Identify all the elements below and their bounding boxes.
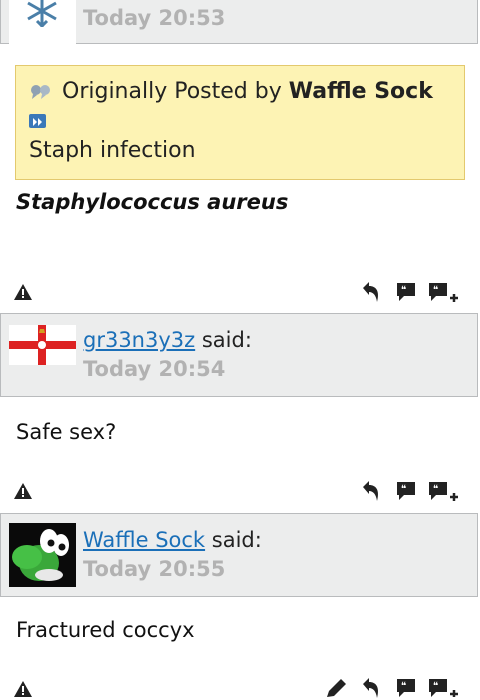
view-post-icon[interactable] [29,114,46,128]
quote-header: Originally Posted by Waffle Sock [62,79,433,104]
username-link[interactable]: gr33n3y3z [83,328,195,352]
quote-icon [31,85,50,99]
post-time: Today 20:53 [83,6,226,30]
username-link[interactable]: Waffle Sock [83,528,205,552]
warning-triangle-icon[interactable] [13,482,33,500]
svg-text:❝: ❝ [433,285,438,296]
warning-triangle-icon[interactable] [13,283,33,301]
quote-text: Staph infection [29,138,196,163]
multiquote-plus-icon[interactable]: ❝ [427,677,459,697]
avatar[interactable] [9,0,76,45]
post-username: Waffle Sock said: [83,528,262,552]
quote-bubble-icon[interactable]: ❝ [395,677,417,697]
post-header: gr33n3y3z said: Today 20:54 [0,313,478,397]
avatar[interactable] [9,325,76,365]
post-time: Today 20:54 [83,357,226,381]
post-message: Staphylococcus aureus [16,190,289,214]
warning-triangle-icon[interactable] [13,680,33,698]
post-header: Today 20:53 [0,0,478,45]
svg-text:❝: ❝ [401,681,406,692]
post-message: Fractured coccyx [16,618,195,642]
pencil-icon[interactable] [324,677,348,699]
reply-arrow-icon[interactable] [360,479,382,503]
multiquote-plus-icon[interactable]: ❝ [427,281,459,305]
quote-block: Originally Posted by Waffle Sock Staph i… [15,65,465,180]
reply-arrow-icon[interactable] [360,280,382,304]
ulster-flag-avatar-image [9,325,76,365]
quote-author: Waffle Sock [288,79,433,104]
snowflake-avatar-image [27,0,57,28]
multiquote-plus-icon[interactable]: ❝ [427,480,459,504]
quote-bubble-icon[interactable]: ❝ [395,480,417,502]
svg-text:❝: ❝ [433,681,438,692]
post-message: Safe sex? [16,420,117,444]
said-label: said: [201,328,252,352]
svg-text:❝: ❝ [433,484,438,495]
reply-arrow-icon[interactable] [360,676,382,700]
post-username: gr33n3y3z said: [83,328,252,352]
svg-text:❝: ❝ [401,484,406,495]
svg-text:❝: ❝ [401,285,406,296]
post-time: Today 20:55 [83,557,226,581]
quote-bubble-icon[interactable]: ❝ [395,281,417,303]
post-header: Waffle Sock said: Today 20:55 [0,513,478,597]
yoshi-avatar-image [9,523,76,587]
quote-prefix: Originally Posted by [62,79,282,104]
avatar[interactable] [9,523,76,587]
said-label: said: [211,528,262,552]
